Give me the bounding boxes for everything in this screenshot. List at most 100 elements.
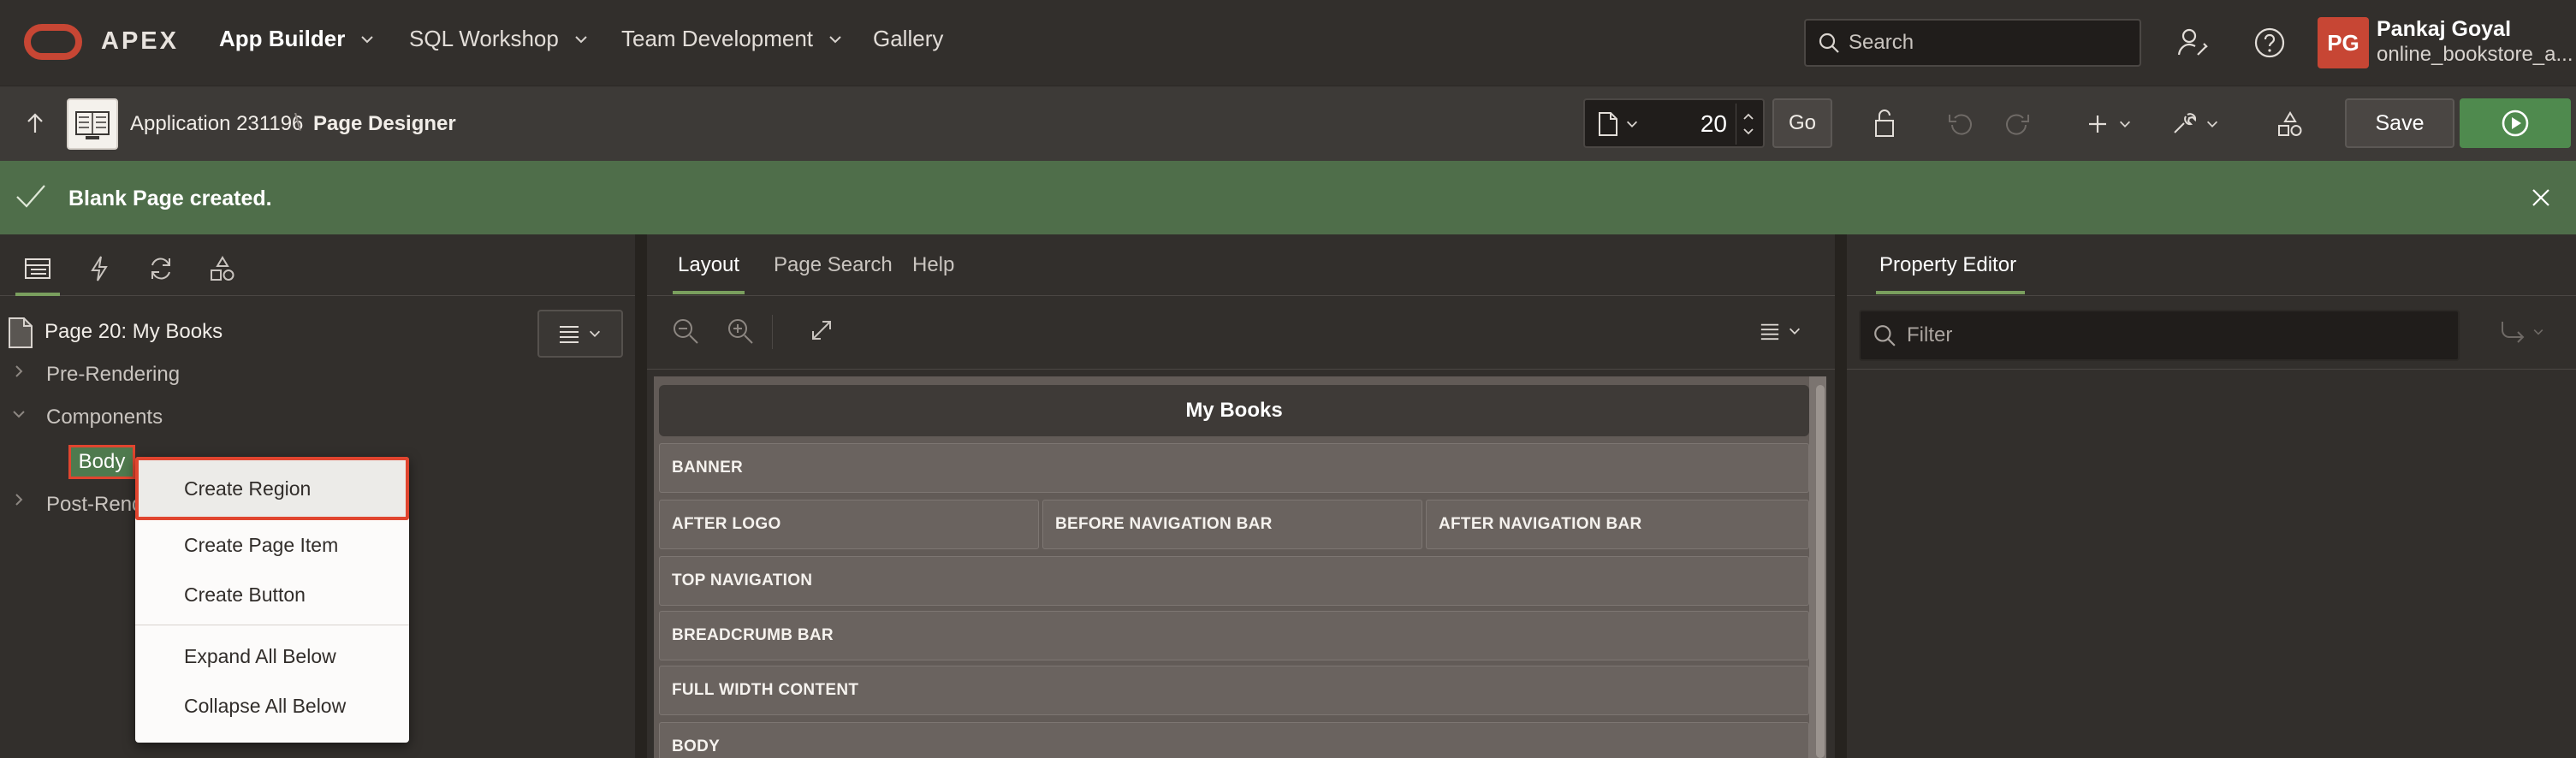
slot-top-navigation[interactable]: TOP NAVIGATION xyxy=(659,556,1809,606)
shared-components-icon[interactable] xyxy=(2276,107,2304,141)
lock-page-icon[interactable] xyxy=(1869,107,1900,141)
slot-after-navigation-bar[interactable]: AFTER NAVIGATION BAR xyxy=(1426,500,1809,549)
page-number-stepper[interactable] xyxy=(1736,104,1760,145)
user-workspace[interactable]: online_bookstore_a... xyxy=(2377,43,2573,67)
layout-toolbar xyxy=(647,296,1835,370)
search-input[interactable] xyxy=(1849,31,2122,55)
utilities-menu-button[interactable] xyxy=(2170,107,2220,141)
help-icon[interactable] xyxy=(2251,24,2288,62)
nav-sql-workshop[interactable]: SQL Workshop xyxy=(409,26,590,52)
run-page-button[interactable] xyxy=(2460,98,2571,148)
search-icon xyxy=(1818,32,1840,54)
redo-icon[interactable] xyxy=(2003,107,2032,141)
breadcrumb-page-designer: Page Designer xyxy=(313,112,456,135)
nav-app-builder-label: App Builder xyxy=(219,26,346,51)
breadcrumb-separator: \ xyxy=(294,109,301,135)
filter-input[interactable] xyxy=(1907,323,2420,347)
tab-shared-components[interactable] xyxy=(205,252,240,286)
menu-item-collapse-all-below[interactable]: Collapse All Below xyxy=(135,681,409,731)
tab-dynamic-actions[interactable] xyxy=(82,252,116,286)
arrow-up-icon[interactable] xyxy=(22,110,48,136)
left-pane-tabs xyxy=(0,234,635,296)
success-message: Blank Page created. xyxy=(68,187,272,210)
menu-lines-icon xyxy=(558,324,580,343)
right-splitter[interactable] xyxy=(1835,234,1847,758)
close-icon[interactable] xyxy=(2528,185,2554,210)
chevron-down-icon xyxy=(573,31,590,48)
slot-after-logo[interactable]: AFTER LOGO xyxy=(659,500,1039,549)
search-icon xyxy=(1873,323,1896,347)
layout-menu-button[interactable] xyxy=(1760,322,1802,341)
apex-brand[interactable]: APEX xyxy=(101,27,179,56)
zoom-out-icon[interactable] xyxy=(671,317,700,346)
layout-canvas: My Books BANNER AFTER LOGO BEFORE NAVIGA… xyxy=(654,376,1826,758)
chevron-down-icon[interactable] xyxy=(10,406,27,423)
avatar[interactable]: PG xyxy=(2318,17,2369,68)
tree-root-page[interactable]: Page 20: My Books xyxy=(45,320,223,344)
menu-item-create-button[interactable]: Create Button xyxy=(135,570,409,619)
slot-full-width-content[interactable]: FULL WIDTH CONTENT xyxy=(659,666,1809,715)
menu-lines-icon xyxy=(1760,322,1780,341)
tree-node-pre-rendering[interactable]: Pre-Rendering xyxy=(46,363,180,387)
nav-app-builder[interactable]: App Builder xyxy=(219,26,376,52)
tab-page-search[interactable]: Page Search xyxy=(774,253,893,277)
zoom-in-icon[interactable] xyxy=(726,317,755,346)
save-button[interactable]: Save xyxy=(2345,98,2454,148)
tree-menu-button[interactable] xyxy=(537,310,623,358)
rendering-tree-icon xyxy=(24,257,51,281)
go-to-group-button[interactable] xyxy=(2499,320,2545,344)
nav-gallery[interactable]: Gallery xyxy=(873,26,943,52)
property-filter[interactable] xyxy=(1859,310,2460,361)
tab-processing[interactable] xyxy=(144,252,178,286)
toolbar-divider xyxy=(772,315,773,349)
tab-property-editor[interactable]: Property Editor xyxy=(1875,253,2026,294)
slot-before-navigation-bar[interactable]: BEFORE NAVIGATION BAR xyxy=(1042,500,1422,549)
chevron-down-icon xyxy=(359,31,376,48)
user-name[interactable]: Pankaj Goyal xyxy=(2377,17,2511,42)
slot-body[interactable]: BODY xyxy=(659,722,1809,758)
right-pane-tabs: Property Editor xyxy=(1847,234,2576,296)
nav-team-development-label: Team Development xyxy=(621,26,813,51)
slot-breadcrumb-bar[interactable]: BREADCRUMB BAR xyxy=(659,611,1809,660)
document-icon[interactable] xyxy=(1597,111,1640,137)
administration-icon[interactable] xyxy=(2174,24,2211,62)
plus-icon xyxy=(2086,113,2109,135)
tab-layout[interactable]: Layout xyxy=(672,253,745,294)
menu-item-create-region[interactable]: Create Region xyxy=(135,457,409,520)
expand-icon[interactable] xyxy=(808,317,835,344)
create-menu-button[interactable] xyxy=(2086,107,2133,141)
tree-node-components[interactable]: Components xyxy=(46,406,163,429)
tree-node-post-rendering[interactable]: Post-Rend xyxy=(46,493,143,517)
chevron-down-icon xyxy=(827,31,844,48)
chevron-right-icon[interactable] xyxy=(10,363,27,380)
menu-item-expand-all-below[interactable]: Expand All Below xyxy=(135,631,409,681)
page-number-input[interactable] xyxy=(1659,109,1727,139)
breadcrumb-application[interactable]: Application 231196 xyxy=(130,112,303,136)
oracle-logo[interactable] xyxy=(24,24,82,60)
page-selector xyxy=(1583,98,1765,148)
menu-item-create-page-item[interactable]: Create Page Item xyxy=(135,520,409,570)
top-navigation-bar: APEX App Builder SQL Workshop Team Devel… xyxy=(0,0,2576,86)
slot-banner[interactable]: BANNER xyxy=(659,443,1809,493)
application-icon[interactable] xyxy=(67,98,118,150)
page-designer-toolbar: Application 231196 \ Page Designer Go Sa… xyxy=(0,86,2576,161)
left-splitter[interactable] xyxy=(635,234,647,758)
chevron-down-icon xyxy=(2117,116,2133,132)
wrench-icon xyxy=(2170,111,2196,137)
tree-node-body[interactable]: Body xyxy=(68,445,135,479)
center-pane-tabs: Layout Page Search Help xyxy=(647,234,1835,296)
go-button[interactable]: Go xyxy=(1772,98,1832,148)
nav-team-development[interactable]: Team Development xyxy=(621,26,844,52)
chevron-down-icon xyxy=(1787,323,1802,339)
lightning-icon xyxy=(89,255,110,282)
success-message-banner: Blank Page created. xyxy=(0,161,2576,234)
tab-rendering[interactable] xyxy=(15,252,60,296)
shapes-icon xyxy=(209,255,236,282)
tab-help[interactable]: Help xyxy=(912,253,954,277)
arrow-turn-icon xyxy=(2499,320,2526,344)
global-search[interactable] xyxy=(1804,19,2141,67)
chevron-right-icon[interactable] xyxy=(10,491,27,508)
canvas-scrollbar[interactable] xyxy=(1816,385,1825,758)
undo-icon[interactable] xyxy=(1946,107,1975,141)
page-title[interactable]: My Books xyxy=(659,385,1809,436)
